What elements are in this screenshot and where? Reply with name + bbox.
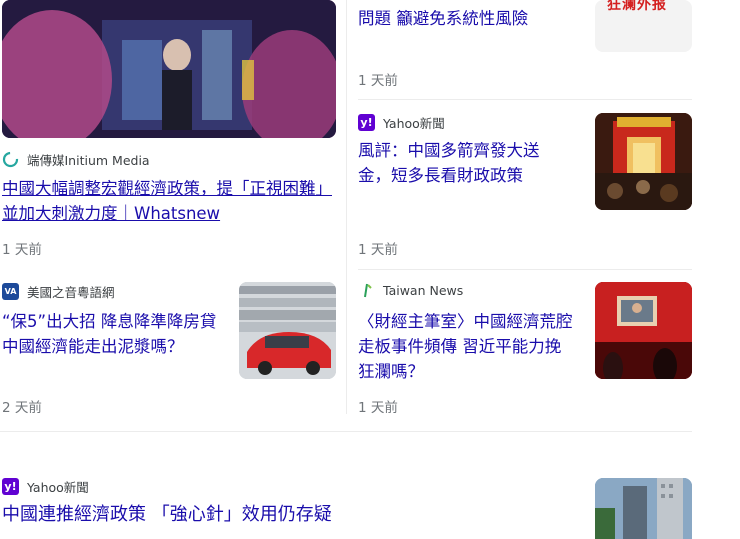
source-name: Taiwan News [383,283,464,298]
column-divider [346,0,347,414]
article-time: 2 天前 [2,400,42,416]
article-thumbnail-buildings[interactable] [595,478,692,539]
article-thumbnail-gate[interactable] [595,113,692,210]
source-name: Yahoo新聞 [27,480,89,495]
thumbnail-caption: 狂澜外报 [607,0,667,13]
yahoo-logo-icon: y! [2,478,19,495]
article-time: 1 天前 [2,242,42,258]
article-thumbnail-screen[interactable] [595,282,692,379]
article-headline-link[interactable]: 中國大幅調整宏觀經濟政策，提「正視困難」並加大刺激力度｜Whatsnew [2,176,332,226]
article-headline-link[interactable]: 〈財經主筆室〉中國經濟荒腔走板事件頻傳 習近平能力挽狂瀾嗎？ [358,309,573,384]
article-thumbnail-cars[interactable] [239,282,336,379]
source-name: 端傳媒Initium Media [27,153,150,168]
article-headline-link[interactable]: 問題 籲避免系統性風險 [358,6,588,31]
article-time: 1 天前 [358,73,398,89]
initium-logo-icon [2,151,19,168]
article-time: 1 天前 [358,242,398,258]
taiwan-news-logo-icon [358,282,375,299]
source-name: Yahoo新聞 [383,116,445,131]
voa-logo-icon: VA [2,283,19,300]
article-source: Taiwan News [358,282,463,299]
article-time: 1 天前 [358,400,398,416]
article-thumbnail-protest[interactable] [2,0,336,138]
article-headline-link[interactable]: 風評：中國多箭齊發大送金，短多長看財政政策 [358,138,568,188]
article-source: y! Yahoo新聞 [2,477,89,496]
source-name: 美國之音粵語網 [27,285,115,300]
article-headline-link[interactable]: 中國連推經濟政策 「強心針」效用仍存疑 [2,502,562,527]
section-divider [0,431,692,432]
article-source: 端傳媒Initium Media [2,150,150,169]
row-divider [358,269,692,270]
article-thumbnail-newspaper[interactable]: 狂澜外报 [595,0,692,52]
row-divider [358,99,692,100]
article-headline-link[interactable]: “保5”出大招 降息降準降房貸 中國經濟能走出泥漿嗎？ [2,309,224,359]
article-source: VA 美國之音粵語網 [2,282,115,301]
article-source: y! Yahoo新聞 [358,113,445,132]
yahoo-logo-icon: y! [358,114,375,131]
